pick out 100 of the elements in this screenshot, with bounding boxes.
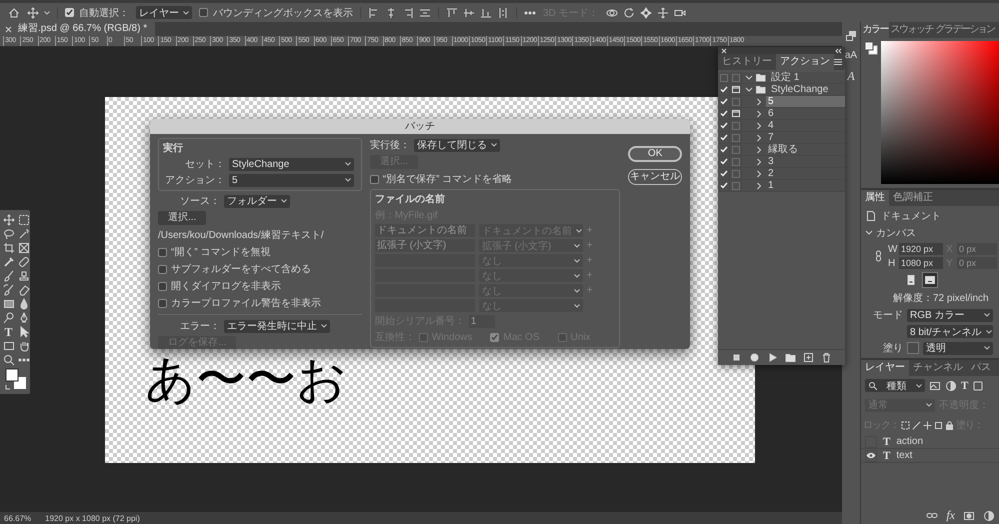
layer-row[interactable]: T text [861, 449, 999, 463]
checkbox[interactable] [158, 282, 167, 290]
action-row[interactable]: 4 [718, 120, 845, 132]
eyedropper-icon[interactable] [2, 256, 14, 268]
move-icon[interactable] [27, 6, 39, 18]
action-row[interactable]: 設定 1 [718, 72, 845, 84]
stop-icon[interactable] [731, 352, 742, 363]
source-dropdown[interactable]: フォルダー [224, 194, 290, 208]
destination-dropdown[interactable]: 保存して閉じる [414, 138, 500, 152]
pointer-icon[interactable] [18, 326, 30, 338]
hand-icon[interactable] [18, 340, 30, 352]
frame-icon[interactable] [18, 242, 30, 254]
align-icon[interactable] [446, 6, 458, 18]
canvas-section-header[interactable]: カンバス [865, 226, 995, 240]
layer-dropdown[interactable]: レイヤー [136, 6, 192, 19]
checkbox[interactable] [158, 298, 167, 308]
close-icon[interactable] [721, 48, 727, 54]
link-icon[interactable] [873, 250, 884, 262]
gradient-icon[interactable] [2, 298, 14, 310]
panel-glyph-icon[interactable]: A [847, 69, 855, 84]
checkbox[interactable] [199, 8, 208, 17]
align-icon[interactable] [463, 6, 475, 18]
action-row[interactable]: 3 [718, 156, 845, 168]
color-field[interactable] [881, 41, 999, 184]
set-dropdown[interactable]: StyleChange [229, 158, 354, 170]
new-item-icon[interactable] [803, 352, 814, 363]
layers-stack-icon[interactable] [845, 30, 857, 42]
lock-pixels-icon[interactable] [901, 420, 910, 430]
dialog-button[interactable]: OK [628, 146, 682, 162]
type-filter-icon[interactable]: T [961, 380, 968, 392]
lock-icon[interactable] [945, 420, 954, 430]
eraser-icon[interactable] [18, 284, 30, 296]
action-row[interactable]: 6 [718, 108, 845, 120]
chevron-icon[interactable] [755, 110, 763, 118]
checkbox[interactable] [158, 248, 167, 256]
rectangle-icon[interactable] [2, 340, 14, 352]
marquee-icon[interactable] [18, 214, 30, 226]
brush-icon[interactable] [912, 420, 921, 430]
checkbox[interactable] [158, 264, 167, 274]
align-icon[interactable] [385, 6, 397, 18]
panel-tab[interactable]: グラデーション [934, 22, 996, 38]
orbit-icon[interactable] [606, 6, 618, 18]
landscape-icon[interactable] [922, 272, 938, 288]
choose-button[interactable]: 選択... [158, 211, 206, 225]
shape-filter-icon[interactable] [972, 380, 984, 392]
panel-tab[interactable]: チャンネル [909, 360, 967, 376]
panel-tab[interactable]: カラー [861, 22, 890, 38]
action-row[interactable]: 縁取る [718, 144, 845, 156]
slide-icon[interactable] [656, 6, 669, 18]
chevron-icon[interactable] [745, 74, 753, 82]
align-icon[interactable] [368, 6, 380, 18]
wand-icon[interactable] [18, 228, 30, 240]
chevron-icon[interactable] [755, 134, 763, 142]
record-icon[interactable] [749, 352, 760, 363]
menu-icon[interactable] [834, 58, 842, 66]
layer-name[interactable]: action [896, 436, 924, 447]
home-icon[interactable] [8, 6, 20, 18]
chevron-icon[interactable] [755, 170, 763, 178]
artboard-icon[interactable] [934, 420, 943, 430]
crop-icon[interactable] [2, 242, 14, 254]
layer-filter-dropdown[interactable]: 種類 [865, 379, 925, 392]
color-swatch-icon[interactable] [864, 41, 878, 55]
move-icon[interactable] [923, 420, 932, 430]
effects-icon[interactable]: fx [946, 508, 955, 523]
align-icon[interactable] [497, 6, 509, 18]
pen-icon[interactable] [18, 312, 30, 324]
trash-icon[interactable] [821, 352, 832, 363]
move-icon[interactable] [2, 214, 14, 226]
layer-row[interactable]: T action [861, 435, 999, 449]
checkbox[interactable] [65, 8, 74, 17]
color-swatch-icon[interactable] [5, 368, 27, 390]
rotate-icon[interactable] [622, 6, 635, 18]
action-row[interactable]: 2 [718, 168, 845, 180]
bit-depth-dropdown[interactable]: 8 bit/チャンネル [907, 325, 993, 338]
dialog-toggle[interactable] [730, 180, 742, 192]
document-tab[interactable]: 練習.psd @ 66.7% (RGB/8) * [0, 22, 156, 36]
action-row[interactable]: 7 [718, 132, 845, 144]
align-icon[interactable] [480, 6, 492, 18]
image-filter-icon[interactable] [929, 380, 941, 392]
pan-icon[interactable] [640, 6, 652, 18]
action-row[interactable]: 1 [718, 180, 845, 192]
mode-dropdown[interactable]: RGB カラー [907, 308, 993, 322]
error-dropdown[interactable]: エラー発生時に中止 [224, 320, 330, 332]
checkbox[interactable] [370, 174, 379, 184]
layer-name[interactable]: text [896, 450, 912, 461]
panel-tab[interactable]: 色調補正 [889, 190, 937, 206]
action-row[interactable]: 5 [718, 96, 845, 108]
chevron-icon[interactable] [755, 122, 763, 130]
chevron-icon[interactable] [755, 98, 763, 106]
action-row[interactable]: StyleChange [718, 84, 845, 96]
height-field[interactable]: 1080 px [899, 257, 943, 269]
panel-tab[interactable]: パス [967, 360, 995, 376]
fill-dropdown[interactable]: 透明 [923, 342, 993, 354]
adjustment-icon[interactable] [983, 510, 995, 522]
panel-glyph-icon[interactable]: aA [844, 50, 858, 61]
chevron-icon[interactable] [755, 146, 763, 154]
bandage-icon[interactable] [18, 256, 30, 268]
panel-tab[interactable]: スウォッチ [889, 22, 934, 38]
dialog-button[interactable]: キャンセル [628, 169, 682, 185]
chevron-icon[interactable] [745, 86, 753, 94]
